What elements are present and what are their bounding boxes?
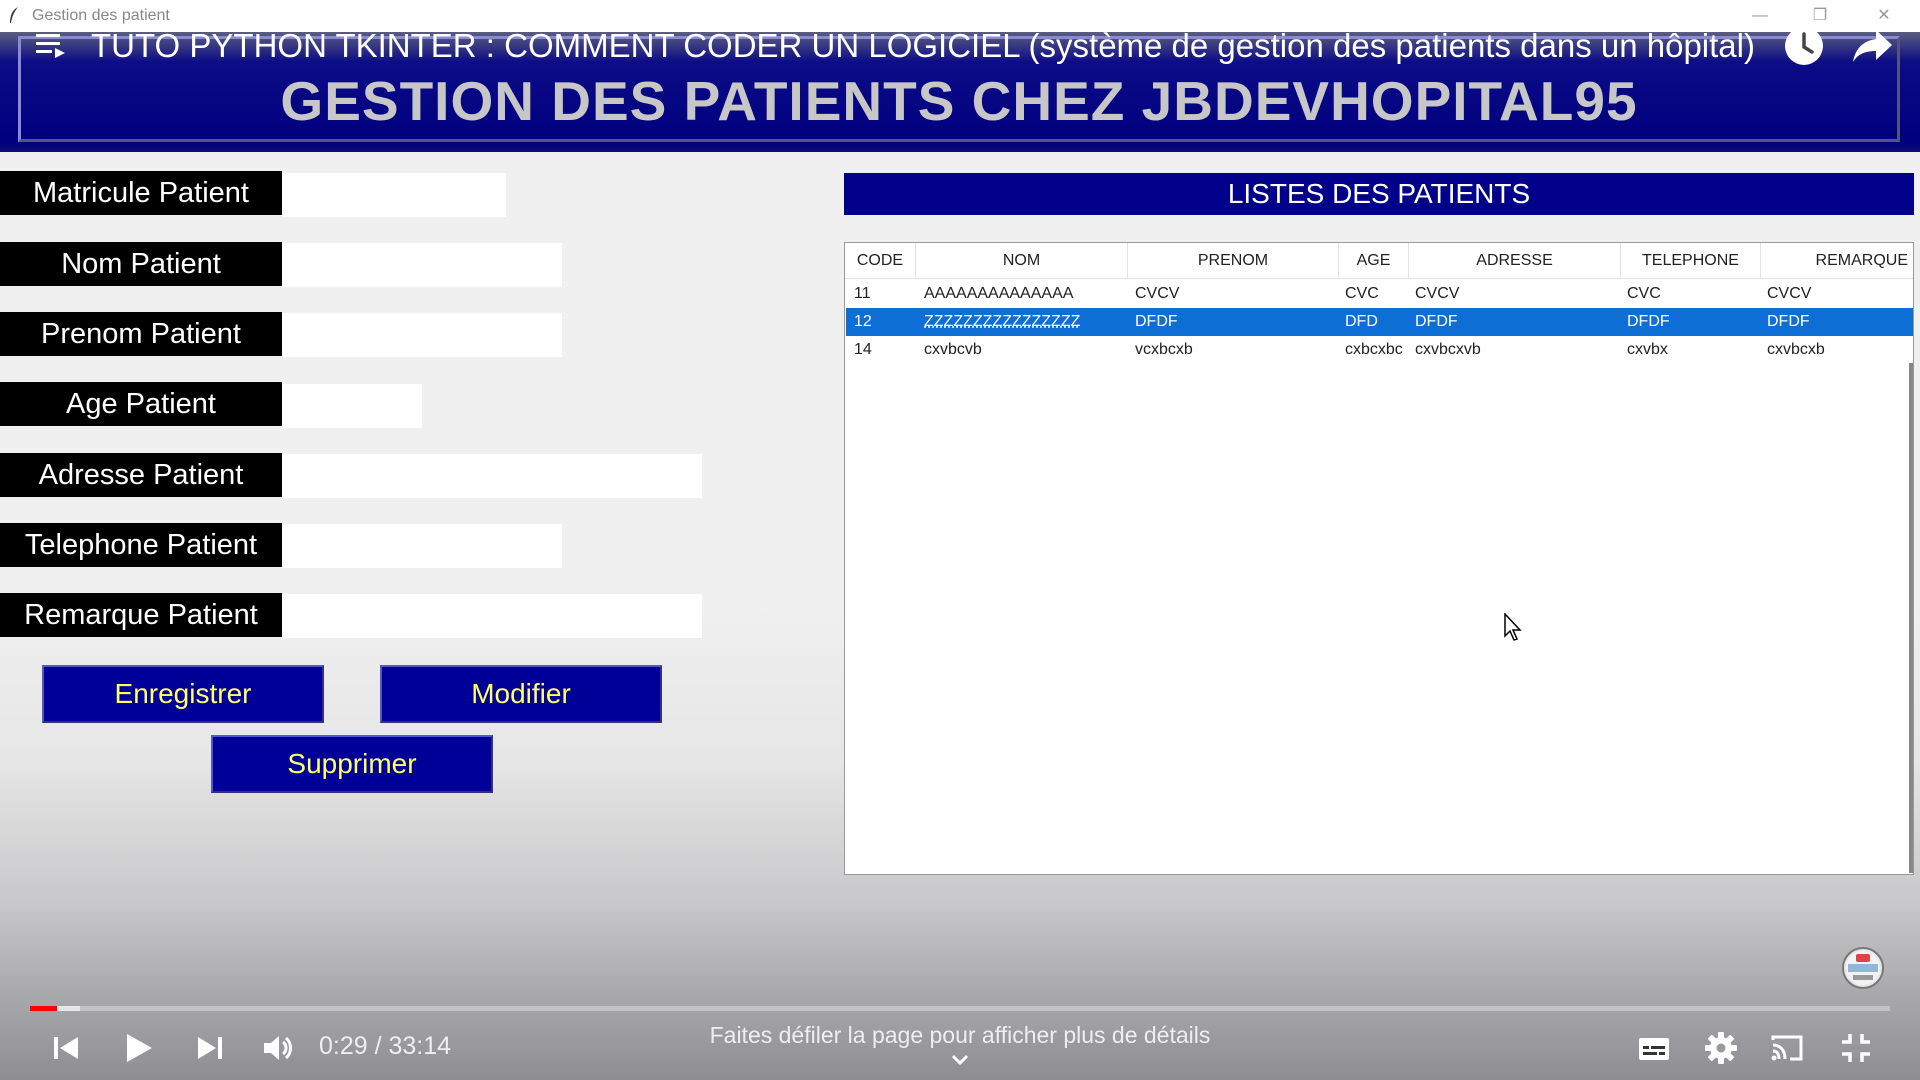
mouse-cursor-icon — [1504, 613, 1522, 641]
progress-played — [30, 1006, 57, 1011]
cast-icon[interactable] — [1769, 1030, 1805, 1066]
table-row-selected[interactable]: 12 ZZZZZZZZZZZZZZZZ DFDF DFD DFDF DFDF D… — [846, 308, 1913, 336]
cell-telephone: cxvbx — [1627, 341, 1668, 358]
edit-button[interactable]: Modifier — [380, 665, 662, 723]
table-row[interactable]: 14 cxvbcvb vcxbcxb cxbcxbc cxvbcxvb cxvb… — [846, 336, 1913, 364]
cell-telephone: CVC — [1627, 285, 1661, 302]
telephone-input[interactable] — [282, 524, 562, 568]
app-main-title: GESTION DES PATIENTS CHEZ JBDEVHOPITAL95 — [280, 70, 1638, 132]
prenom-input[interactable] — [282, 313, 562, 357]
minimize-button[interactable]: — — [1740, 4, 1780, 28]
save-button[interactable]: Enregistrer — [42, 665, 324, 723]
video-title[interactable]: TUTO PYTHON TKINTER : COMMENT CODER UN L… — [91, 27, 1755, 65]
channel-logo[interactable] — [1842, 947, 1884, 989]
channel-logo-icon — [1846, 951, 1880, 985]
cell-prenom: CVCV — [1135, 285, 1180, 302]
patients-list-title: LISTES DES PATIENTS — [844, 173, 1914, 215]
cell-adresse: DFDF — [1415, 313, 1458, 330]
progress-bar[interactable] — [30, 1006, 1890, 1011]
column-header-age[interactable]: AGE — [1339, 243, 1409, 279]
column-header-adresse[interactable]: ADRESSE — [1409, 243, 1621, 279]
delete-button[interactable]: Supprimer — [211, 735, 493, 793]
cell-nom: cxvbcvb — [924, 341, 982, 358]
cell-code: 12 — [854, 313, 872, 330]
subtitles-icon[interactable] — [1636, 1030, 1672, 1066]
label-matricule: Matricule Patient — [0, 171, 282, 215]
label-telephone: Telephone Patient — [0, 523, 282, 567]
cell-remarque: CVCV — [1767, 285, 1812, 302]
cell-age: cxbcxbc — [1345, 341, 1403, 358]
table-scrollbar[interactable] — [1909, 363, 1913, 873]
cell-adresse: CVCV — [1415, 285, 1460, 302]
cell-prenom: DFDF — [1135, 313, 1178, 330]
label-remarque: Remarque Patient — [0, 593, 282, 637]
window-title: Gestion des patient — [32, 7, 170, 24]
age-input[interactable] — [282, 384, 422, 428]
clock-icon[interactable] — [1782, 24, 1826, 68]
cell-telephone: DFDF — [1627, 313, 1670, 330]
cell-code: 14 — [854, 341, 872, 358]
label-age: Age Patient — [0, 382, 282, 426]
chevron-down-icon[interactable] — [950, 1053, 970, 1067]
playlist-icon[interactable] — [34, 30, 68, 62]
remarque-input[interactable] — [282, 594, 702, 638]
cell-adresse: cxvbcxvb — [1415, 341, 1481, 358]
column-header-nom[interactable]: NOM — [916, 243, 1128, 279]
cell-remarque: cxvbcxb — [1767, 341, 1825, 358]
cell-age: DFD — [1345, 313, 1378, 330]
share-icon[interactable] — [1850, 24, 1894, 68]
cell-code: 11 — [854, 285, 871, 302]
gear-icon[interactable] — [1703, 1030, 1739, 1066]
column-header-prenom[interactable]: PRENOM — [1128, 243, 1339, 279]
scroll-hint[interactable]: Faites défiler la page pour afficher plu… — [0, 1022, 1920, 1049]
table-row[interactable]: 11 AAAAAAAAAAAAAA CVCV CVC CVCV CVC CVCV — [846, 280, 1913, 308]
cell-nom: AAAAAAAAAAAAAA — [924, 285, 1074, 302]
column-header-remarque[interactable]: REMARQUE — [1761, 243, 1913, 279]
cell-age: CVC — [1345, 285, 1379, 302]
label-nom: Nom Patient — [0, 242, 282, 286]
label-prenom: Prenom Patient — [0, 312, 282, 356]
nom-input[interactable] — [282, 243, 562, 287]
patients-table[interactable]: CODE NOM PRENOM AGE ADRESSE TELEPHONE RE… — [844, 242, 1914, 875]
adresse-input[interactable] — [282, 454, 702, 498]
cell-prenom: vcxbcxb — [1135, 341, 1193, 358]
cell-remarque: DFDF — [1767, 313, 1810, 330]
column-header-telephone[interactable]: TELEPHONE — [1621, 243, 1761, 279]
exit-fullscreen-icon[interactable] — [1838, 1030, 1874, 1066]
matricule-input[interactable] — [282, 173, 506, 217]
label-adresse: Adresse Patient — [0, 453, 282, 497]
cell-nom: ZZZZZZZZZZZZZZZZ — [924, 313, 1081, 330]
video-frame[interactable]: Gestion des patient — ❐ ✕ GESTION DES PA… — [0, 0, 1920, 1080]
column-header-code[interactable]: CODE — [845, 243, 916, 279]
feather-icon — [10, 7, 18, 23]
